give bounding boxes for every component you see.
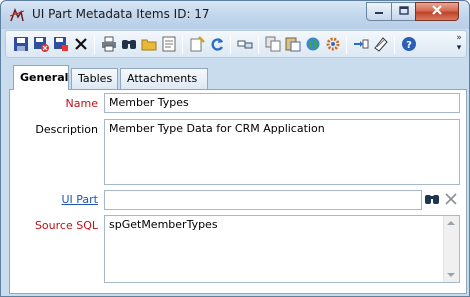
svg-text:?: ?	[406, 40, 412, 51]
import-icon	[353, 36, 369, 55]
uipart-clear-button[interactable]	[442, 192, 460, 208]
import-button[interactable]	[352, 36, 370, 54]
save-close-button[interactable]	[32, 36, 50, 54]
paste-icon	[285, 36, 301, 55]
open-folder-icon	[141, 36, 157, 55]
tab-attachments[interactable]: Attachments	[120, 68, 208, 89]
close-icon	[431, 5, 443, 18]
print-icon	[101, 36, 117, 55]
window-title: UI Part Metadata Items ID: 17	[32, 7, 210, 21]
name-field[interactable]: Member Types	[104, 93, 460, 113]
help-button[interactable]: ?	[400, 36, 418, 54]
delete-icon	[73, 36, 89, 55]
delete-button[interactable]	[72, 36, 90, 54]
close-button[interactable]	[415, 2, 459, 21]
tab-label: Tables	[78, 72, 113, 85]
chevron-down-icon: ▾	[456, 43, 462, 53]
app-logo-icon	[9, 7, 25, 23]
notes-icon	[161, 36, 177, 55]
print-button[interactable]	[100, 36, 118, 54]
description-value: Member Type Data for CRM Application	[109, 122, 325, 135]
help-icon: ?	[401, 36, 417, 55]
uipart-lookup-button[interactable]	[423, 192, 441, 208]
sourcesql-label: Source SQL	[34, 219, 98, 232]
title-bar[interactable]: UI Part Metadata Items ID: 17	[1, 1, 469, 29]
toolbar: ? » ▾	[5, 30, 467, 58]
binoculars-icon	[424, 192, 440, 209]
find-button[interactable]	[120, 36, 138, 54]
settings-icon	[325, 36, 341, 55]
tab-label: General	[20, 71, 69, 84]
description-field[interactable]: Member Type Data for CRM Application	[104, 119, 460, 185]
tab-label: Attachments	[127, 72, 198, 85]
name-value: Member Types	[109, 96, 189, 109]
tab-general[interactable]: General	[13, 65, 69, 90]
save-button[interactable]	[12, 36, 30, 54]
export-button[interactable]	[372, 36, 390, 54]
maximize-button[interactable]	[391, 2, 416, 21]
minimize-button[interactable]	[366, 2, 392, 21]
notes-button[interactable]	[160, 36, 178, 54]
chevron-right-icon: »	[456, 33, 462, 43]
sourcesql-field[interactable]: spGetMemberTypes	[104, 215, 460, 283]
link-icon	[237, 36, 253, 55]
settings-button[interactable]	[324, 36, 342, 54]
sourcesql-scrollbar[interactable]	[443, 216, 459, 282]
name-label: Name	[65, 97, 98, 110]
find-icon	[121, 36, 137, 55]
metadata-window: UI Part Metadata Items ID: 17 ? » ▾ Gene…	[0, 0, 470, 297]
tab-tables[interactable]: Tables	[71, 68, 118, 89]
export-icon	[373, 36, 389, 55]
refresh-icon	[209, 36, 225, 55]
maximize-icon	[398, 5, 409, 18]
description-label: Description	[35, 123, 98, 136]
save-close-icon	[33, 36, 49, 55]
scroll-up-icon[interactable]	[447, 221, 455, 225]
uipart-link[interactable]: UI Part	[12, 193, 98, 206]
clear-icon	[444, 192, 458, 209]
uipart-field[interactable]	[104, 190, 422, 210]
globe-icon	[305, 36, 321, 55]
save-new-button[interactable]	[52, 36, 70, 54]
wizard-icon	[189, 35, 205, 55]
open-folder-button[interactable]	[140, 36, 158, 54]
scroll-down-icon[interactable]	[447, 273, 455, 277]
link-button[interactable]	[236, 36, 254, 54]
copy-button[interactable]	[264, 36, 282, 54]
wizard-button[interactable]	[188, 35, 206, 55]
save-icon	[13, 36, 29, 55]
copy-icon	[265, 36, 281, 55]
content-area: General Tables Attachments Name Member T…	[5, 61, 467, 296]
sourcesql-value: spGetMemberTypes	[109, 218, 218, 231]
paste-button[interactable]	[284, 36, 302, 54]
toolbar-overflow-button[interactable]: » ▾	[453, 33, 465, 55]
minimize-icon	[374, 5, 384, 18]
general-panel: Name Member Types Description Member Typ…	[9, 89, 467, 294]
refresh-button[interactable]	[208, 36, 226, 54]
save-new-icon	[53, 36, 69, 55]
globe-button[interactable]	[304, 36, 322, 54]
